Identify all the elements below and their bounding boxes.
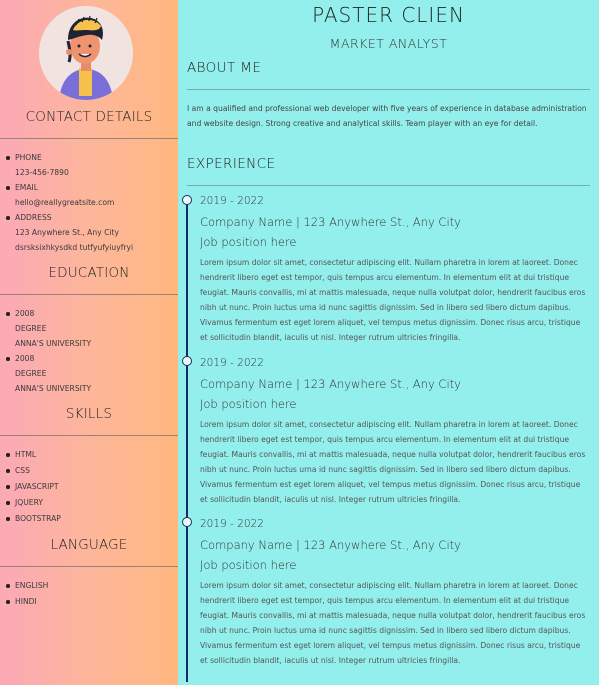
contact-list: PHONE 123-456-7890 EMAIL hello@reallygre…: [5, 150, 134, 255]
contact-address-extra: dsrsksixhkysdkd tutfyufyiuyfryi: [15, 243, 134, 252]
language-item: HINDI: [5, 594, 48, 610]
skills-heading: SKILLS: [65, 406, 113, 422]
experience-position: Job position here: [200, 558, 297, 572]
education-degree: DEGREE: [15, 324, 47, 333]
experience-item: 2019 - 2022 Company Name | 123 Anywhere …: [200, 518, 590, 668]
profile-name: PASTER CLIEN: [312, 3, 465, 27]
experience-description: Lorem ipsum dolor sit amet, consectetur …: [200, 420, 586, 504]
contact-email-value[interactable]: hello@reallygreatsite.com: [15, 195, 133, 210]
experience-company: Company Name | 123 Anywhere St., Any Cit…: [200, 538, 461, 552]
experience-years: 2019 - 2022: [200, 195, 264, 207]
timeline-line: [186, 200, 188, 682]
experience-company: Company Name | 123 Anywhere St., Any Cit…: [200, 377, 461, 391]
sidebar: CONTACT DETAILS PHONE 123-456-7890 EMAIL…: [0, 0, 178, 685]
timeline-dot: [182, 517, 192, 527]
contact-phone-label: PHONE: [5, 150, 133, 165]
main-content: PASTER CLIEN MARKET ANALYST ABOUT ME I a…: [178, 0, 599, 685]
divider: [187, 89, 590, 90]
divider: [0, 566, 178, 567]
contact-address-value: 123 Anywhere St., Any City: [15, 228, 119, 237]
skill-item: CSS: [6, 463, 61, 479]
about-text: I am a qualified and professional web de…: [187, 104, 587, 128]
contact-address-label: ADDRESS: [5, 210, 133, 225]
skills-list: HTML CSS JAVASCRIPT JQUERY BOOTSTRAP: [6, 447, 61, 527]
experience-description: Lorem ipsum dolor sit amet, consectetur …: [200, 258, 586, 342]
skill-item: JAVASCRIPT: [6, 479, 61, 495]
language-heading: LANGUAGE: [50, 537, 128, 553]
education-year: 2008: [5, 351, 91, 366]
skill-item: HTML: [6, 447, 61, 463]
education-list: 2008 DEGREE ANNA'S UNIVERSITY 2008 DEGRE…: [5, 306, 92, 396]
education-degree: DEGREE: [15, 369, 47, 378]
divider: [0, 294, 178, 295]
education-school: ANNA'S UNIVERSITY: [15, 384, 92, 393]
experience-item: 2019 - 2022 Company Name | 123 Anywhere …: [200, 195, 590, 345]
experience-years: 2019 - 2022: [200, 357, 264, 369]
profile-title: MARKET ANALYST: [329, 36, 448, 51]
contact-heading: CONTACT DETAILS: [25, 109, 153, 125]
contact-phone-value: 123-456-7890: [15, 168, 69, 177]
avatar-illustration: [39, 6, 133, 100]
timeline-dot: [182, 195, 192, 205]
experience-position: Job position here: [200, 397, 297, 411]
experience-company: Company Name | 123 Anywhere St., Any Cit…: [200, 215, 461, 229]
education-year: 2008: [5, 306, 91, 321]
experience-heading: EXPERIENCE: [187, 156, 276, 172]
timeline-dot: [182, 356, 192, 366]
avatar: [39, 6, 133, 100]
experience-position: Job position here: [200, 235, 297, 249]
experience-item: 2019 - 2022 Company Name | 123 Anywhere …: [200, 357, 590, 507]
language-item: ENGLISH: [5, 578, 48, 594]
contact-email-label: EMAIL: [5, 180, 133, 195]
skill-item: JQUERY: [6, 495, 61, 511]
divider: [0, 435, 178, 436]
experience-description: Lorem ipsum dolor sit amet, consectetur …: [200, 581, 586, 665]
education-school: ANNA'S UNIVERSITY: [15, 339, 92, 348]
about-heading: ABOUT ME: [187, 60, 262, 76]
education-heading: EDUCATION: [48, 265, 130, 281]
divider: [0, 138, 178, 139]
divider: [187, 185, 590, 186]
experience-years: 2019 - 2022: [200, 518, 264, 530]
language-list: ENGLISH HINDI: [5, 578, 48, 610]
skill-item: BOOTSTRAP: [6, 511, 61, 527]
